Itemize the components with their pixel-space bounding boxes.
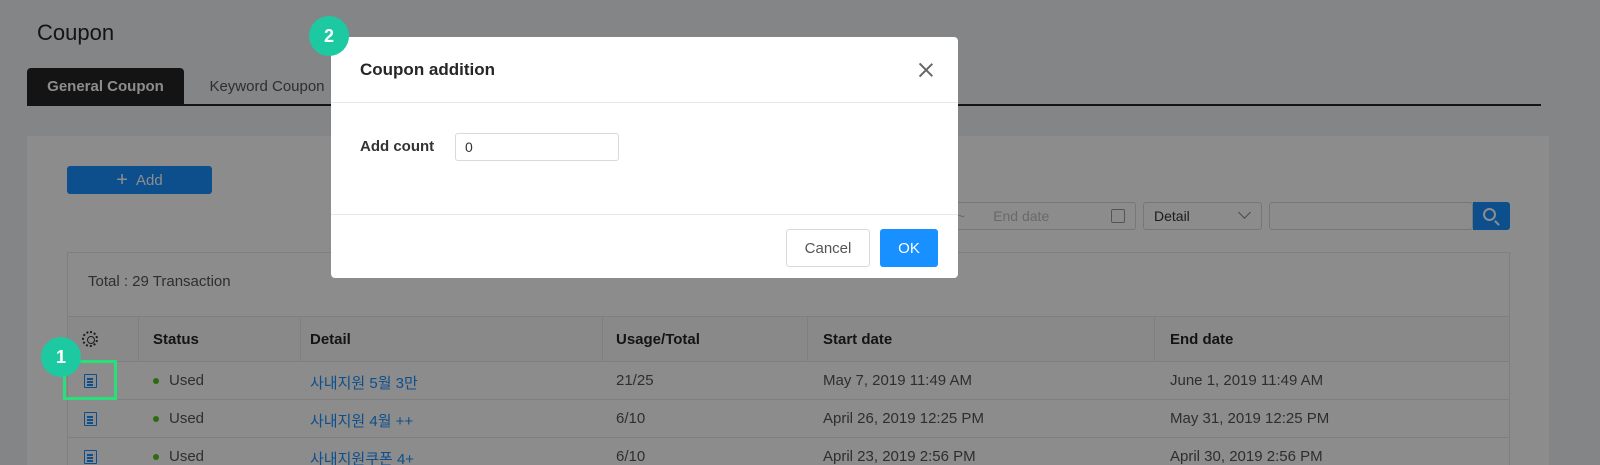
- dialog-header: Coupon addition: [331, 37, 958, 103]
- step-2-badge: 2: [309, 16, 349, 56]
- add-count-label: Add count: [360, 138, 435, 155]
- coupon-addition-dialog: Coupon addition Add count Cancel OK: [331, 37, 958, 278]
- dialog-title: Coupon addition: [360, 60, 496, 79]
- step-1-badge: 1: [41, 337, 81, 377]
- close-icon[interactable]: [918, 62, 934, 78]
- ok-button[interactable]: OK: [880, 229, 938, 267]
- cancel-button[interactable]: Cancel: [786, 229, 870, 267]
- add-count-input[interactable]: [455, 133, 619, 161]
- dialog-footer: Cancel OK: [331, 214, 958, 278]
